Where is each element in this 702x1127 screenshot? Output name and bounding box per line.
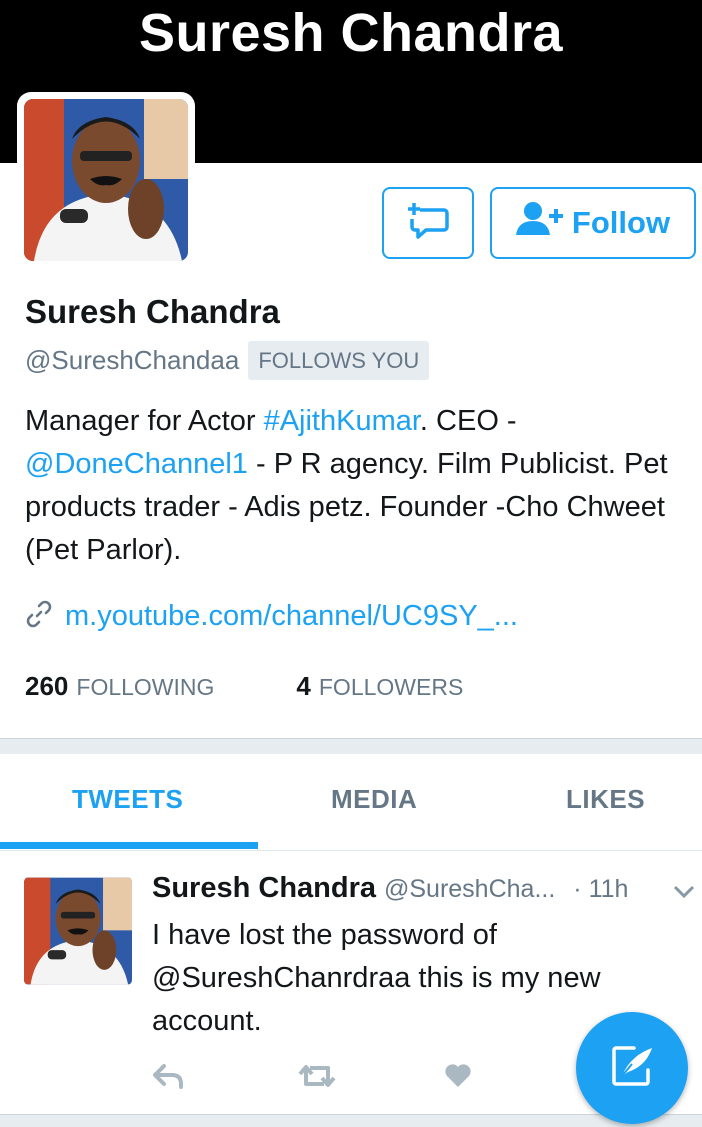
reply-button[interactable] <box>152 1062 298 1095</box>
profile-avatar[interactable] <box>17 92 195 268</box>
profile-name: Suresh Chandra <box>25 293 280 330</box>
follow-button[interactable]: Follow <box>490 187 696 259</box>
followers-count: 4 <box>296 671 311 701</box>
chevron-down-icon[interactable] <box>673 885 695 904</box>
follows-you-badge: FOLLOWS YOU <box>248 341 430 380</box>
message-plus-icon <box>406 201 450 246</box>
retweet-icon <box>298 1062 336 1095</box>
bottom-divider <box>0 1114 702 1127</box>
follow-button-label: Follow <box>571 205 671 240</box>
tab-tweets[interactable]: TWEETS <box>72 784 183 815</box>
bio-text: . CEO - <box>419 405 517 437</box>
profile-url-row[interactable]: m.youtube.com/channel/UC9SY_... <box>25 600 518 633</box>
tab-likes[interactable]: LIKES <box>566 784 645 815</box>
add-user-icon <box>515 201 564 245</box>
link-icon <box>25 600 53 633</box>
profile-tabs: TWEETS MEDIA LIKES <box>0 754 702 851</box>
following-stat[interactable]: 260 FOLLOWING <box>25 671 214 702</box>
tweet-author-name[interactable]: Suresh Chandra <box>152 872 376 905</box>
tweet-avatar[interactable] <box>24 877 132 985</box>
profile-stats: 260 FOLLOWING 4 FOLLOWERS <box>25 671 463 702</box>
profile-handle-row: @SureshChandaa FOLLOWS YOU <box>25 341 430 380</box>
profile-handle: @SureshChandaa <box>25 345 240 375</box>
tweet-timestamp: · 11h <box>573 875 629 903</box>
bio-hashtag-link[interactable]: #AjithKumar <box>264 405 420 437</box>
following-count: 260 <box>25 671 69 701</box>
tab-media[interactable]: MEDIA <box>331 784 417 815</box>
bio-mention-link[interactable]: @DoneChannel1 <box>25 448 248 480</box>
followers-stat[interactable]: 4 FOLLOWERS <box>296 671 463 702</box>
tweet-author-handle[interactable]: @SureshCha... <box>384 875 555 904</box>
profile-avatar-image <box>24 99 188 261</box>
following-label: FOLLOWING <box>76 674 215 700</box>
header-title: Suresh Chandra <box>138 3 564 63</box>
profile-bio: Manager for Actor #AjithKumar. CEO - @Do… <box>25 400 685 572</box>
reply-icon <box>152 1062 184 1095</box>
compose-tweet-button[interactable] <box>576 1012 688 1124</box>
profile-url-link[interactable]: m.youtube.com/channel/UC9SY_... <box>65 600 518 633</box>
heart-icon <box>444 1063 472 1094</box>
like-button[interactable] <box>444 1062 590 1095</box>
tweet-header: Suresh Chandra @SureshCha... · 11h <box>152 872 692 905</box>
section-divider <box>0 738 702 754</box>
retweet-button[interactable] <box>298 1062 444 1095</box>
tweet-actions <box>152 1062 590 1095</box>
active-tab-indicator <box>0 842 258 849</box>
bio-text: Manager for Actor <box>25 405 264 437</box>
message-button[interactable] <box>382 187 474 259</box>
followers-label: FOLLOWERS <box>318 674 464 700</box>
compose-tweet-icon <box>608 1042 656 1095</box>
